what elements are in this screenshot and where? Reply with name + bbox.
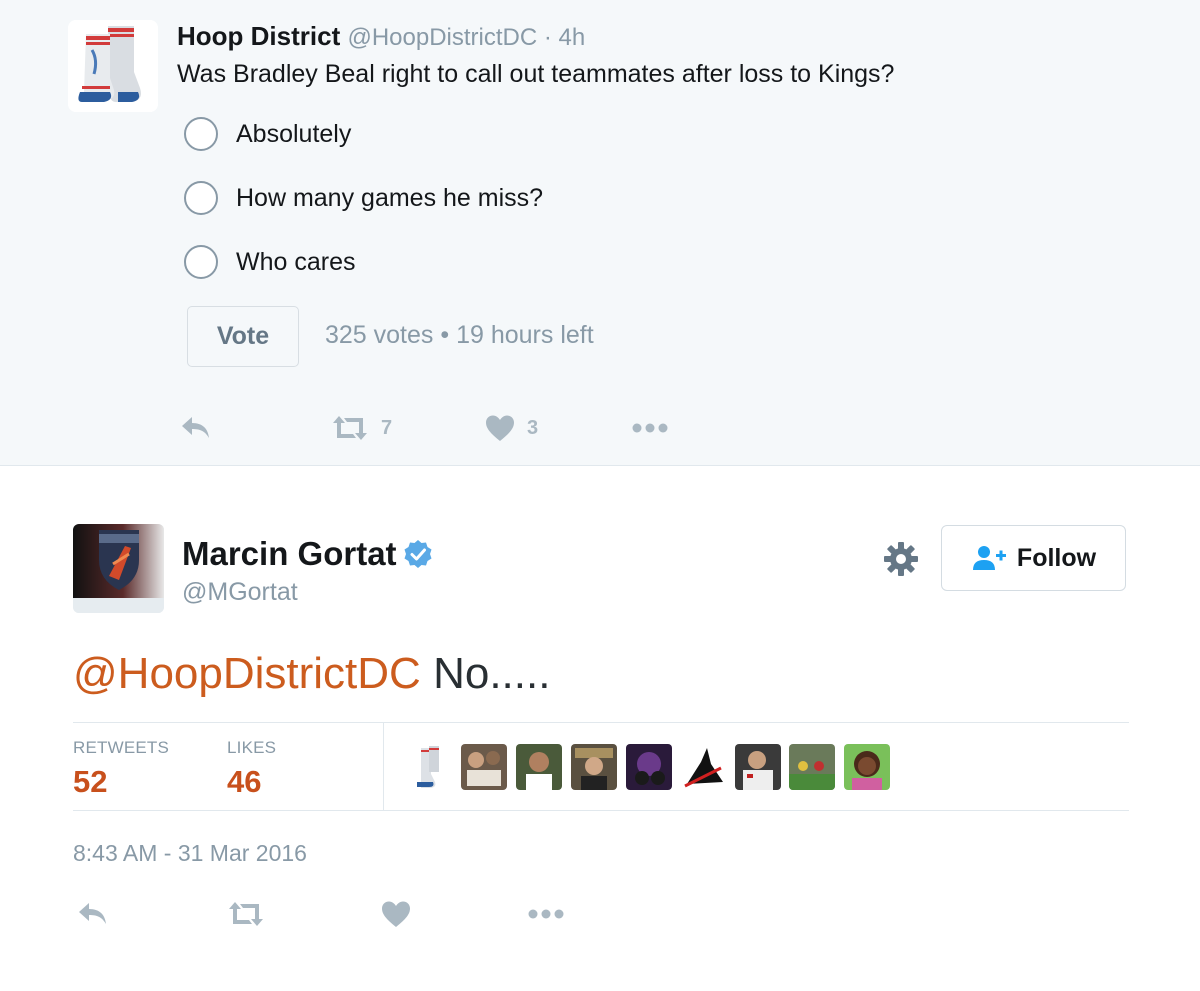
liker-avatar[interactable]: [626, 744, 672, 790]
liker-avatar[interactable]: [407, 744, 453, 790]
main-author-handle[interactable]: @MGortat: [182, 578, 298, 607]
stats-bottom-divider: [73, 810, 1129, 811]
retweets-label: RETWEETS: [73, 738, 170, 757]
main-reply-button[interactable]: [77, 901, 109, 927]
poll-meta: 325 votes • 19 hours left: [325, 321, 594, 350]
liker-avatar[interactable]: [681, 744, 727, 790]
main-like-button[interactable]: [381, 900, 411, 928]
poll-option-label: How many games he miss?: [236, 183, 544, 212]
liker-avatar[interactable]: [735, 744, 781, 790]
main-more-button[interactable]: [528, 908, 564, 920]
follow-label: Follow: [1016, 543, 1097, 572]
likes-value[interactable]: 46: [227, 764, 261, 800]
main-retweet-button[interactable]: [227, 900, 265, 928]
retweet-icon: [333, 416, 367, 440]
quoted-tweet[interactable]: Hoop District @HoopDistrictDC · 4h Was B…: [0, 0, 1200, 466]
reply-icon: [79, 903, 106, 924]
gear-icon[interactable]: [882, 540, 920, 578]
quoted-like-button[interactable]: 3: [485, 414, 538, 442]
poll-option-label: Absolutely: [236, 119, 352, 148]
vote-button[interactable]: Vote: [187, 306, 299, 367]
radio-button[interactable]: [184, 245, 218, 279]
poll-dot: •: [433, 321, 457, 349]
stats-top-divider: [73, 722, 1129, 723]
heart-icon: [382, 901, 410, 927]
quoted-retweet-button[interactable]: 7: [331, 414, 392, 442]
radio-button[interactable]: [184, 117, 218, 151]
poll-vote-count: 325 votes: [325, 321, 434, 349]
liker-avatar[interactable]: [461, 744, 507, 790]
likes-label: LIKES: [227, 738, 277, 757]
main-tweet-body: No.....: [420, 649, 551, 698]
poll-option-label: Who cares: [236, 247, 356, 276]
gortat-logo-icon: [73, 524, 164, 613]
poll-time-left: 19 hours left: [456, 321, 594, 349]
quoted-tweet-text: Was Bradley Beal right to call out teamm…: [177, 60, 895, 88]
main-author-name[interactable]: Marcin Gortat: [182, 535, 397, 573]
poll-option-3[interactable]: Who cares: [184, 244, 355, 280]
hoop-district-avatar[interactable]: [68, 20, 158, 112]
radio-button[interactable]: [184, 181, 218, 215]
mention-link[interactable]: @HoopDistrictDC: [73, 649, 421, 698]
liker-avatar[interactable]: [571, 744, 617, 790]
follow-button[interactable]: Follow: [941, 525, 1126, 591]
quoted-more-button[interactable]: [632, 422, 668, 434]
liker-avatar[interactable]: [844, 744, 890, 790]
heart-icon: [486, 415, 514, 441]
retweets-value[interactable]: 52: [73, 764, 107, 800]
more-icon: [632, 423, 668, 433]
main-tweet-text: @HoopDistrictDC No.....: [73, 645, 550, 703]
quoted-time-ago[interactable]: 4h: [559, 24, 586, 51]
quoted-author-handle[interactable]: @HoopDistrictDC: [347, 24, 537, 51]
verified-badge-icon: [404, 540, 432, 568]
liker-avatar[interactable]: [789, 744, 835, 790]
liker-avatar[interactable]: [516, 744, 562, 790]
reply-icon: [182, 417, 209, 438]
poll-option-2[interactable]: How many games he miss?: [184, 180, 543, 216]
add-user-icon: [972, 546, 1006, 570]
more-icon: [528, 909, 564, 919]
stats-vertical-divider: [383, 723, 384, 810]
quoted-reply-button[interactable]: [180, 415, 212, 441]
main-author-row: Marcin Gortat: [182, 535, 433, 573]
sock-logo-icon: [68, 20, 158, 112]
quoted-like-count: 3: [527, 416, 539, 439]
quoted-tweet-header: Hoop District @HoopDistrictDC · 4h: [177, 20, 585, 54]
quoted-retweet-count: 7: [381, 416, 393, 439]
quoted-author-name[interactable]: Hoop District: [177, 21, 340, 51]
poll-option-1[interactable]: Absolutely: [184, 116, 351, 152]
header-separator: ·: [537, 24, 559, 51]
marcin-gortat-avatar[interactable]: [73, 524, 164, 613]
tweet-timestamp: 8:43 AM - 31 Mar 2016: [73, 840, 307, 866]
retweet-icon: [229, 902, 263, 926]
